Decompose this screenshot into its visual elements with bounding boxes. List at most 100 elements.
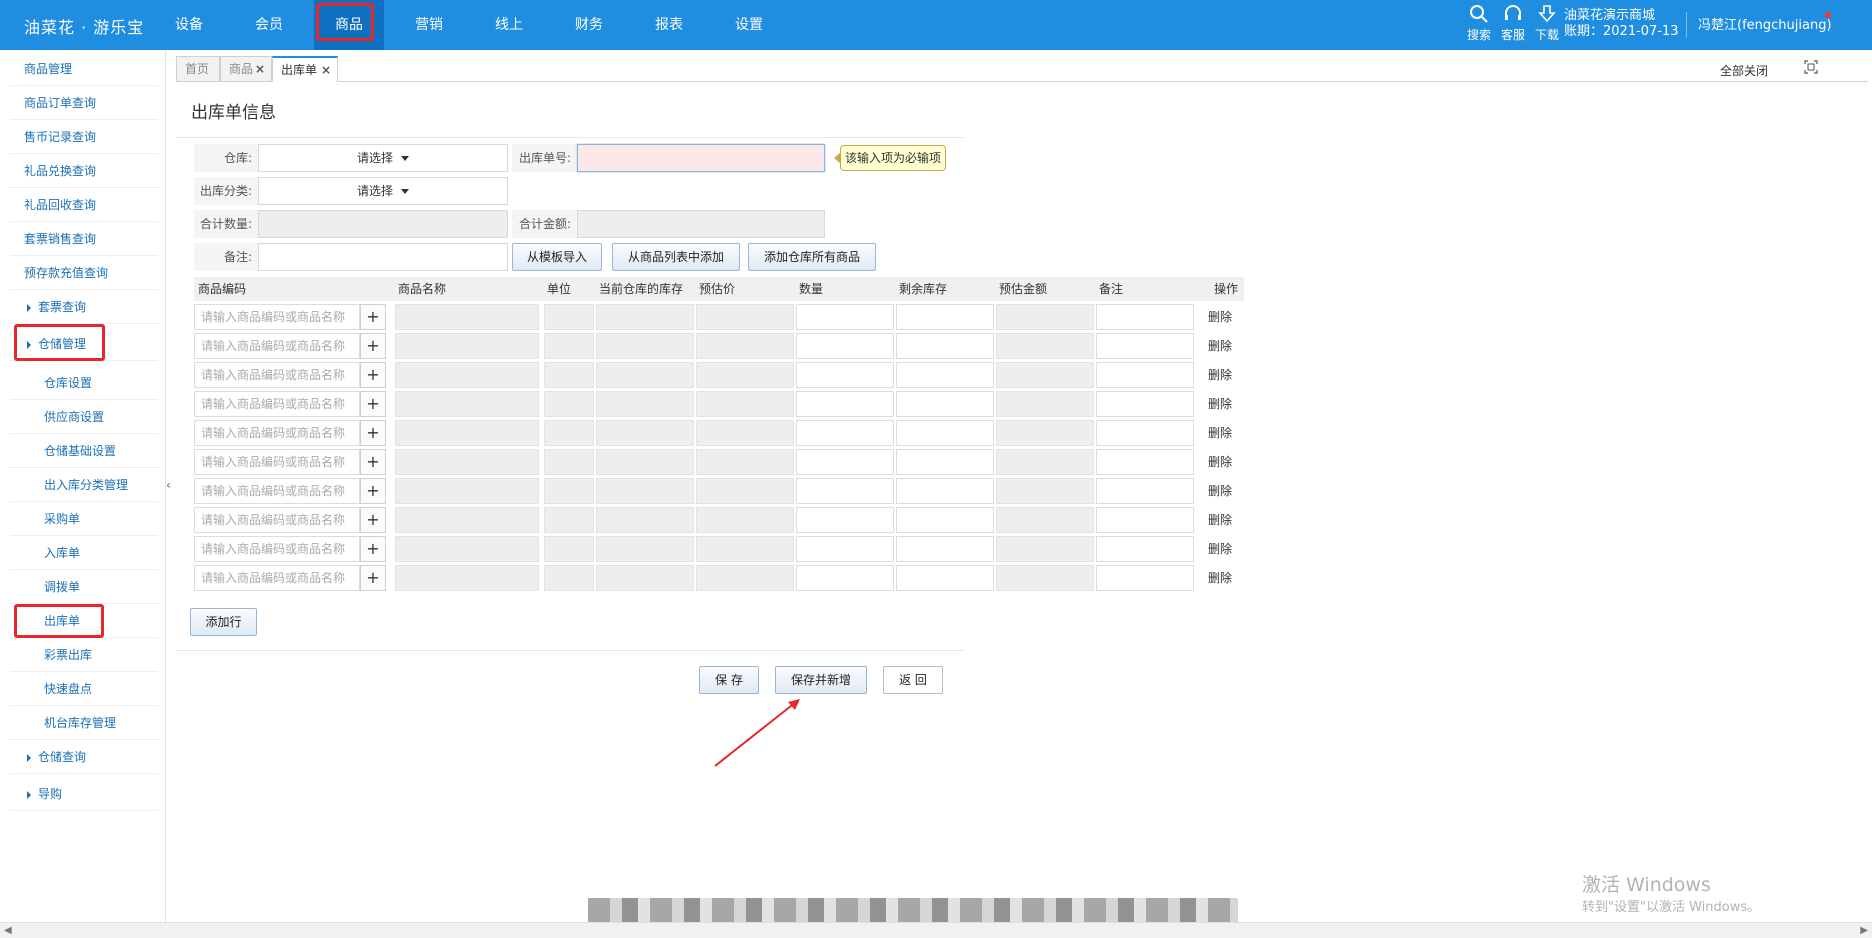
- remark-cell-input[interactable]: [1096, 420, 1194, 446]
- user-menu[interactable]: 冯楚江(fengchujiang): [1698, 14, 1832, 33]
- horizontal-scrollbar[interactable]: ◀ ▶: [0, 922, 1872, 938]
- delete-row-button[interactable]: 删除: [1198, 478, 1242, 504]
- add-goods-plus-icon[interactable]: +: [360, 449, 386, 475]
- remark-input[interactable]: [258, 243, 508, 271]
- service-tool[interactable]: 客服: [1496, 4, 1530, 43]
- add-goods-plus-icon[interactable]: +: [360, 420, 386, 446]
- quantity-input[interactable]: [796, 304, 894, 330]
- add-goods-plus-icon[interactable]: +: [360, 362, 386, 388]
- sidebar-item-goods-manage[interactable]: 商品管理: [10, 52, 158, 86]
- delete-row-button[interactable]: 删除: [1198, 507, 1242, 533]
- remark-cell-input[interactable]: [1096, 333, 1194, 359]
- close-icon[interactable]: ×: [255, 57, 265, 81]
- quantity-input[interactable]: [796, 420, 894, 446]
- delete-row-button[interactable]: 删除: [1198, 333, 1242, 359]
- sidebar-item-machine-stock[interactable]: 机台库存管理: [10, 706, 158, 740]
- delete-row-button[interactable]: 删除: [1198, 391, 1242, 417]
- nav-report[interactable]: 报表: [634, 0, 704, 50]
- quantity-input[interactable]: [796, 565, 894, 591]
- nav-member[interactable]: 会员: [234, 0, 304, 50]
- sidebar-item-quick-count[interactable]: 快速盘点: [10, 672, 158, 706]
- sidebar-group-guide[interactable]: 导购: [10, 777, 158, 811]
- quantity-input[interactable]: [796, 449, 894, 475]
- remark-cell-input[interactable]: [1096, 362, 1194, 388]
- add-goods-plus-icon[interactable]: +: [360, 478, 386, 504]
- sidebar-item-transfer[interactable]: 调拨单: [10, 570, 158, 604]
- remark-cell-input[interactable]: [1096, 304, 1194, 330]
- add-all-warehouse-button[interactable]: 添加仓库所有商品: [748, 243, 876, 271]
- quantity-input[interactable]: [796, 507, 894, 533]
- remark-cell-input[interactable]: [1096, 391, 1194, 417]
- scroll-left-icon[interactable]: ◀: [4, 925, 12, 936]
- sidebar-item-ticket-sales[interactable]: 套票销售查询: [10, 222, 158, 256]
- goods-code-input[interactable]: 请输入商品编码或商品名称: [194, 362, 360, 388]
- quantity-input[interactable]: [796, 478, 894, 504]
- fullscreen-icon[interactable]: [1804, 60, 1818, 74]
- tab-home[interactable]: 首页: [176, 56, 220, 82]
- delete-row-button[interactable]: 删除: [1198, 362, 1242, 388]
- add-row-button[interactable]: 添加行: [190, 608, 257, 636]
- goods-code-input[interactable]: 请输入商品编码或商品名称: [194, 478, 360, 504]
- add-from-list-button[interactable]: 从商品列表中添加: [612, 243, 740, 271]
- category-select[interactable]: 请选择: [258, 177, 508, 205]
- goods-code-input[interactable]: 请输入商品编码或商品名称: [194, 391, 360, 417]
- add-goods-plus-icon[interactable]: +: [360, 507, 386, 533]
- sidebar-item-gift-exchange[interactable]: 礼品兑换查询: [10, 154, 158, 188]
- nav-online[interactable]: 线上: [474, 0, 544, 50]
- goods-code-input[interactable]: 请输入商品编码或商品名称: [194, 304, 360, 330]
- remark-cell-input[interactable]: [1096, 449, 1194, 475]
- sidebar-item-outbound[interactable]: 出库单: [10, 604, 158, 638]
- goods-code-input[interactable]: 请输入商品编码或商品名称: [194, 420, 360, 446]
- delete-row-button[interactable]: 删除: [1198, 304, 1242, 330]
- delete-row-button[interactable]: 删除: [1198, 449, 1242, 475]
- delete-row-button[interactable]: 删除: [1198, 565, 1242, 591]
- sidebar-item-warehouse-setting[interactable]: 仓库设置: [10, 366, 158, 400]
- quantity-input[interactable]: [796, 391, 894, 417]
- quantity-input[interactable]: [796, 333, 894, 359]
- remark-cell-input[interactable]: [1096, 478, 1194, 504]
- goods-code-input[interactable]: 请输入商品编码或商品名称: [194, 536, 360, 562]
- sidebar-item-inbound[interactable]: 入库单: [10, 536, 158, 570]
- quantity-input[interactable]: [796, 362, 894, 388]
- remark-cell-input[interactable]: [1096, 565, 1194, 591]
- nav-device[interactable]: 设备: [154, 0, 224, 50]
- add-goods-plus-icon[interactable]: +: [360, 333, 386, 359]
- collapse-sidebar-icon[interactable]: ‹: [166, 478, 176, 492]
- sidebar-group-storage[interactable]: 仓储管理: [10, 327, 158, 361]
- add-goods-plus-icon[interactable]: +: [360, 304, 386, 330]
- goods-code-input[interactable]: 请输入商品编码或商品名称: [194, 565, 360, 591]
- goods-code-input[interactable]: 请输入商品编码或商品名称: [194, 449, 360, 475]
- close-all-button[interactable]: 全部关闭: [1720, 62, 1768, 79]
- nav-goods[interactable]: 商品: [314, 0, 384, 50]
- remark-cell-input[interactable]: [1096, 507, 1194, 533]
- remark-cell-input[interactable]: [1096, 536, 1194, 562]
- sidebar-item-deposit[interactable]: 预存款充值查询: [10, 256, 158, 290]
- add-goods-plus-icon[interactable]: +: [360, 536, 386, 562]
- search-tool[interactable]: 搜索: [1462, 4, 1496, 43]
- delete-row-button[interactable]: 删除: [1198, 536, 1242, 562]
- nav-finance[interactable]: 财务: [554, 0, 624, 50]
- tab-goods[interactable]: 商品 ×: [220, 56, 272, 82]
- sidebar-item-goods-order[interactable]: 商品订单查询: [10, 86, 158, 120]
- sidebar-item-gift-recycle[interactable]: 礼品回收查询: [10, 188, 158, 222]
- sidebar-item-coin-sales[interactable]: 售币记录查询: [10, 120, 158, 154]
- order-no-input[interactable]: [577, 144, 825, 172]
- warehouse-select[interactable]: 请选择: [258, 144, 508, 172]
- goods-code-input[interactable]: 请输入商品编码或商品名称: [194, 333, 360, 359]
- back-button[interactable]: 返 回: [883, 666, 943, 694]
- sidebar-group-storage-query[interactable]: 仓储查询: [10, 740, 158, 774]
- close-icon[interactable]: ×: [321, 58, 331, 82]
- add-goods-plus-icon[interactable]: +: [360, 391, 386, 417]
- delete-row-button[interactable]: 删除: [1198, 420, 1242, 446]
- sidebar-item-io-category[interactable]: 出入库分类管理: [10, 468, 158, 502]
- sidebar-item-supplier-setting[interactable]: 供应商设置: [10, 400, 158, 434]
- scroll-right-icon[interactable]: ▶: [1860, 925, 1868, 936]
- goods-code-input[interactable]: 请输入商品编码或商品名称: [194, 507, 360, 533]
- download-tool[interactable]: 下载: [1530, 4, 1564, 43]
- quantity-input[interactable]: [796, 536, 894, 562]
- nav-settings[interactable]: 设置: [714, 0, 784, 50]
- sidebar-item-purchase[interactable]: 采购单: [10, 502, 158, 536]
- nav-marketing[interactable]: 营销: [394, 0, 464, 50]
- tab-outbound[interactable]: 出库单 ×: [272, 56, 338, 82]
- sidebar-item-lottery-out[interactable]: 彩票出库: [10, 638, 158, 672]
